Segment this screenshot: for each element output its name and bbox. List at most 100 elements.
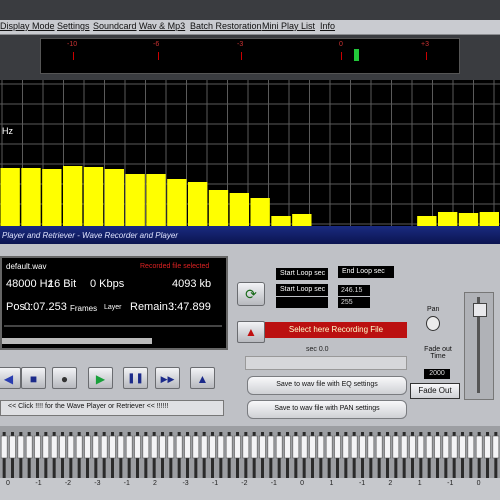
menu-display-mode[interactable]: Display Mode: [0, 21, 55, 31]
record-file-select-icon[interactable]: ▲: [237, 321, 265, 343]
fader-knob[interactable]: [317, 435, 325, 459]
fader-knob[interactable]: [367, 435, 375, 459]
fader-knob[interactable]: [400, 435, 408, 459]
fader-knob[interactable]: [467, 435, 475, 459]
fader-knob[interactable]: [300, 435, 308, 459]
fader-knob[interactable]: [417, 435, 425, 459]
fader-knob[interactable]: [25, 435, 33, 459]
fader-knob[interactable]: [442, 435, 450, 459]
fader-knob[interactable]: [334, 435, 341, 459]
fader-knob[interactable]: [67, 435, 75, 459]
start-loop-value[interactable]: 255: [338, 297, 370, 308]
loop-refresh-icon[interactable]: ⟳: [237, 282, 265, 306]
fader-knob[interactable]: [50, 435, 58, 459]
fader-knob[interactable]: [0, 435, 8, 459]
fader-knob[interactable]: [492, 435, 500, 459]
save-pan-button[interactable]: Save to wav file with PAN settings: [247, 400, 407, 419]
fader-knob[interactable]: [59, 435, 66, 459]
fader-knob[interactable]: [217, 435, 225, 459]
menu-info[interactable]: Info: [320, 21, 335, 31]
fader-knob[interactable]: [109, 435, 116, 459]
fader-knob[interactable]: [200, 435, 208, 459]
fader-knob[interactable]: [84, 435, 91, 459]
stop-button[interactable]: ■: [21, 367, 46, 389]
fader-knob[interactable]: [117, 435, 125, 459]
fader-knob[interactable]: [209, 435, 216, 459]
fader-knob[interactable]: [359, 435, 366, 459]
sample-rate: 48000 Hz: [6, 278, 54, 290]
pan-knob[interactable]: [426, 316, 440, 331]
menu-wav-mp3[interactable]: Wav & Mp3: [139, 21, 185, 31]
fader-knob[interactable]: [175, 435, 183, 459]
fade-out-button[interactable]: Fade Out: [410, 383, 460, 399]
fader-knob[interactable]: [284, 435, 291, 459]
fader-knob[interactable]: [17, 435, 25, 459]
fader-knob[interactable]: [225, 435, 233, 459]
fader-knob[interactable]: [192, 435, 200, 459]
play-button[interactable]: ▶: [88, 367, 113, 389]
ruler-label: 1: [329, 480, 334, 487]
vu-tick: [158, 52, 159, 60]
pause-button[interactable]: ❚❚: [123, 367, 148, 389]
record-button[interactable]: ●: [52, 367, 77, 389]
fader-knob[interactable]: [392, 435, 400, 459]
fader-knob[interactable]: [242, 435, 250, 459]
fader-knob[interactable]: [475, 435, 483, 459]
fader-knob[interactable]: [92, 435, 100, 459]
fader-knob[interactable]: [100, 435, 108, 459]
ruler-label: -1: [123, 480, 130, 487]
fader-knob[interactable]: [142, 435, 150, 459]
fader-knob[interactable]: [350, 435, 358, 459]
fader-knob[interactable]: [384, 435, 391, 459]
fader-knob[interactable]: [125, 435, 133, 459]
vu-label: -6: [153, 41, 160, 48]
fader-knob[interactable]: [134, 435, 141, 459]
fader-knob[interactable]: [375, 435, 383, 459]
fader-knob[interactable]: [184, 435, 191, 459]
fader-knob[interactable]: [259, 435, 266, 459]
fade-time-value[interactable]: 2000: [424, 369, 450, 379]
fader-knob[interactable]: [450, 435, 458, 459]
fader-sliders[interactable]: [0, 426, 500, 482]
menu-soundcard[interactable]: Soundcard: [93, 21, 137, 31]
rewind-button[interactable]: ◀: [0, 367, 21, 389]
fader-knob[interactable]: [309, 435, 316, 459]
loop-input[interactable]: [276, 297, 328, 308]
menu-mini-play-list[interactable]: Mini Play List: [262, 21, 315, 31]
volume-slider[interactable]: [464, 292, 494, 400]
fader-knob[interactable]: [159, 435, 166, 459]
next-button[interactable]: ▶▶: [155, 367, 180, 389]
fader-knob[interactable]: [292, 435, 300, 459]
fader-knob[interactable]: [75, 435, 83, 459]
fader-knob[interactable]: [425, 435, 433, 459]
fader-knob[interactable]: [167, 435, 175, 459]
fader-knob[interactable]: [342, 435, 350, 459]
spectrum-bar: [438, 212, 458, 226]
fader-knob[interactable]: [409, 435, 416, 459]
fader-knob[interactable]: [34, 435, 41, 459]
fader-knob[interactable]: [275, 435, 283, 459]
fader-knob[interactable]: [434, 435, 441, 459]
fader-knob[interactable]: [250, 435, 258, 459]
menu-batch-restoration[interactable]: Batch Restoration: [190, 21, 262, 31]
spectrum-bar: [458, 213, 479, 226]
fader-knob[interactable]: [150, 435, 158, 459]
fader-knob[interactable]: [267, 435, 275, 459]
fader-knob[interactable]: [9, 435, 16, 459]
volume-thumb[interactable]: [473, 303, 487, 317]
fader-knob[interactable]: [42, 435, 50, 459]
menu-settings[interactable]: Settings: [57, 21, 90, 31]
save-eq-button[interactable]: Save to wav file with EQ settings: [247, 376, 407, 395]
select-recording-file[interactable]: Select here Recording File: [265, 322, 407, 338]
fader-knob[interactable]: [325, 435, 333, 459]
eject-button[interactable]: ▲: [190, 367, 215, 389]
fader-knob[interactable]: [459, 435, 466, 459]
spectrum-bar: [42, 169, 62, 226]
pan-label: Pan: [427, 306, 440, 313]
fader-knob[interactable]: [484, 435, 491, 459]
fader-knob[interactable]: [234, 435, 241, 459]
ruler-label: -1: [35, 480, 42, 487]
end-loop-value[interactable]: 246.15: [338, 285, 370, 296]
ruler-label: -2: [241, 480, 248, 487]
spectrum-bar: [188, 182, 208, 226]
